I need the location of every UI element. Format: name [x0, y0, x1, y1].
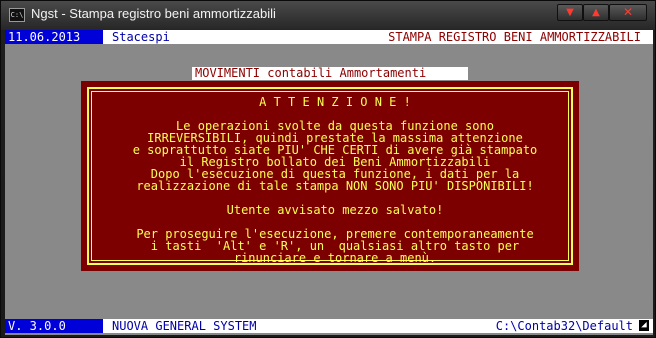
warning-line: Utente avvisato mezzo salvato!: [226, 203, 444, 217]
data-path: C:\Contab32\Default: [495, 319, 633, 333]
status-bar: V. 3.0.0 NUOVA GENERAL SYSTEM C:\Contab3…: [5, 319, 653, 333]
version-label: V. 3.0.0: [5, 319, 103, 333]
console-screen: 11.06.2013 Stacespi STAMPA REGISTRO BENI…: [5, 30, 653, 335]
maximize-button[interactable]: ▲: [583, 4, 609, 21]
console-app-icon[interactable]: C:\: [9, 8, 25, 22]
warning-dialog: A T T E N Z I O N E ! Le operazioni svol…: [81, 81, 579, 271]
resize-arrow-icon: ◢: [639, 320, 649, 331]
header-bar: 11.06.2013 Stacespi STAMPA REGISTRO BENI…: [5, 30, 653, 44]
console-window: C:\ Ngst - Stampa registro beni ammortiz…: [0, 0, 656, 338]
current-date: 11.06.2013: [5, 30, 103, 44]
system-name: NUOVA GENERAL SYSTEM: [112, 319, 257, 333]
title-bar[interactable]: C:\ Ngst - Stampa registro beni ammortiz…: [1, 1, 655, 30]
warning-title: A T T E N Z I O N E !: [259, 95, 411, 109]
company-name: Stacespi: [112, 30, 170, 44]
close-button[interactable]: ✕: [609, 4, 647, 21]
dialog-border-inner: A T T E N Z I O N E ! Le operazioni svol…: [91, 91, 569, 264]
minimize-button[interactable]: ▼: [557, 4, 583, 21]
dialog-header: MOVIMENTI contabili Ammortamenti: [192, 67, 468, 80]
window-title: Ngst - Stampa registro beni ammortizzabi…: [31, 6, 276, 21]
dialog-border-outer: A T T E N Z I O N E ! Le operazioni svol…: [87, 87, 573, 265]
instruction-line: rinunciare e tornare a menù.: [233, 251, 437, 265]
warning-line: realizzazione di tale stampa NON SONO PI…: [136, 179, 534, 193]
program-title: STAMPA REGISTRO BENI AMMORTIZZABILI: [388, 30, 641, 44]
